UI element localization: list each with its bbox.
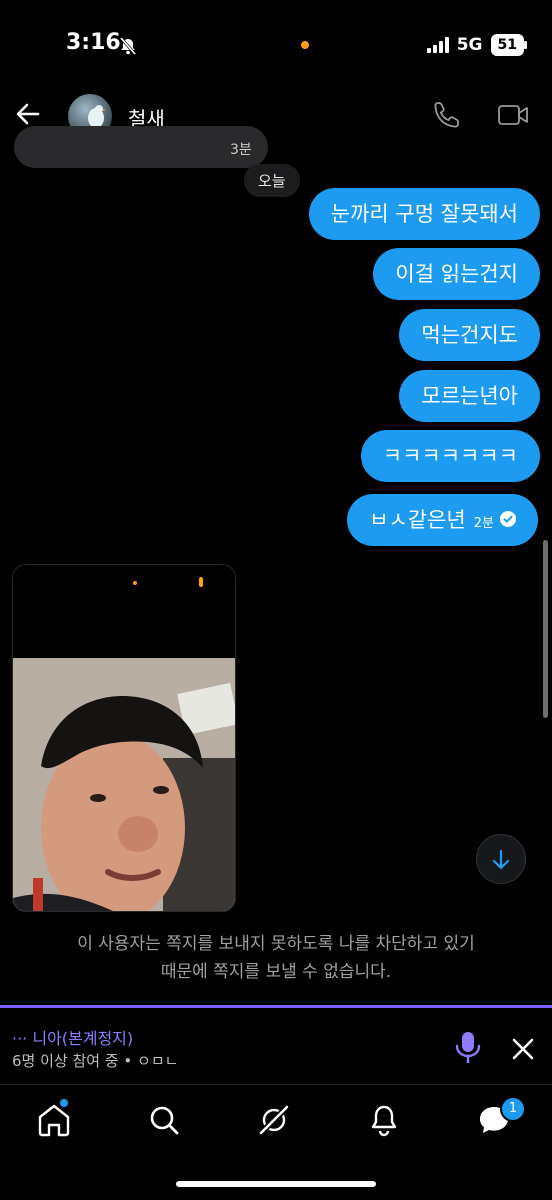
network-type: 5G <box>456 35 483 55</box>
space-subtitle: 6명 이상 참여 중 • ㅇㅁㄴ <box>12 1052 179 1070</box>
privacy-indicator-dot <box>133 581 137 585</box>
arrow-down-icon <box>492 849 510 870</box>
blocked-notice-line: 때문에 쪽지를 보낼 수 없습니다. <box>160 962 392 982</box>
silent-bell-icon <box>119 37 137 55</box>
blocked-notice-line: 이 사용자는 쪽지를 보내지 못하도록 나를 차단하고 있기 <box>77 934 475 954</box>
home-indicator[interactable] <box>176 1181 376 1187</box>
sent-message[interactable]: 먹는건지도 <box>399 309 540 361</box>
phone-call-icon[interactable] <box>432 100 462 130</box>
battery-level: 51 <box>490 34 528 56</box>
scrollbar[interactable] <box>543 540 548 718</box>
messages-badge: 1 <box>500 1096 526 1122</box>
video-call-icon[interactable] <box>496 100 530 130</box>
sent-message[interactable]: 이걸 읽는건지 <box>373 248 540 300</box>
date-separator: 오늘 <box>244 164 300 197</box>
message-time: 2분 <box>473 516 494 531</box>
close-icon[interactable] <box>508 1034 538 1064</box>
scroll-to-bottom-button[interactable] <box>476 834 526 884</box>
read-check-icon <box>500 511 516 527</box>
sent-message[interactable]: 눈까리 구멍 잘못돼서 <box>308 188 540 240</box>
media-attachment[interactable] <box>12 564 236 912</box>
grok-icon[interactable] <box>254 1100 294 1140</box>
status-time: 3:16 <box>66 30 121 55</box>
sent-message[interactable]: ㅋㅋㅋㅋㅋㅋㅋ <box>360 430 540 482</box>
message-text: 눈까리 구멍 잘못돼서 <box>330 202 518 226</box>
space-divider <box>0 1005 552 1008</box>
privacy-indicator-dot <box>301 41 309 49</box>
message-text: 이걸 읽는건지 <box>395 262 518 286</box>
sent-message[interactable]: ㅂㅅ같은년 2분 <box>347 494 538 546</box>
search-icon[interactable] <box>144 1100 184 1140</box>
photo-image <box>13 658 235 911</box>
notifications-icon[interactable] <box>364 1100 404 1140</box>
home-icon[interactable] <box>34 1100 74 1140</box>
nav-divider <box>0 1084 552 1085</box>
camera-indicator <box>199 577 203 587</box>
message-text: ㅋㅋㅋㅋㅋㅋㅋ <box>382 444 518 468</box>
sent-message[interactable]: 모르는년아 <box>399 370 540 422</box>
microphone-icon[interactable] <box>452 1030 484 1066</box>
cellular-signal-icon <box>426 37 449 53</box>
blocked-notice: 이 사용자는 쪽지를 보내지 못하도록 나를 차단하고 있기 때문에 쪽지를 보… <box>30 930 522 986</box>
status-right: 5G 51 <box>426 34 528 56</box>
space-title[interactable]: ··· 니아(본계정지) <box>12 1025 133 1049</box>
home-notification-dot <box>60 1099 68 1107</box>
received-message-time: 3분 <box>230 142 252 158</box>
message-text: 모르는년아 <box>421 384 518 408</box>
message-text: ㅂㅅ같은년 <box>369 508 466 532</box>
message-text: 먹는건지도 <box>421 323 518 347</box>
